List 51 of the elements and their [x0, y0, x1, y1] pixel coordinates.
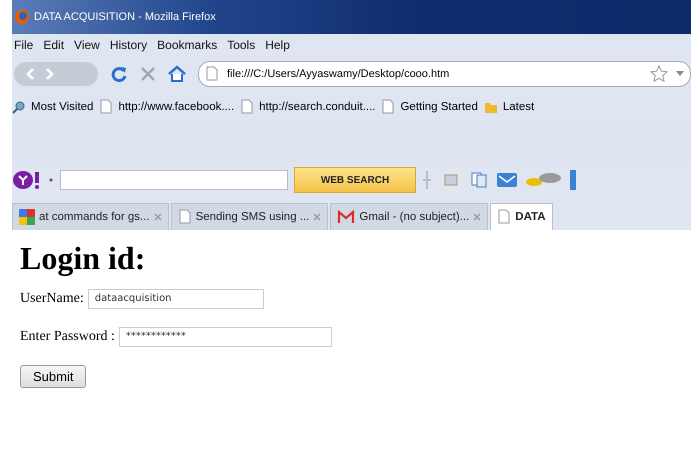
yahoo-logo-icon — [12, 170, 42, 190]
toolbar-round-icon[interactable] — [438, 167, 464, 193]
menu-item[interactable]: History — [110, 38, 148, 52]
firefox-logo-icon — [14, 9, 30, 25]
home-icon[interactable] — [168, 65, 186, 83]
close-icon[interactable] — [473, 213, 482, 221]
gmail-m-icon — [337, 210, 356, 224]
search-field[interactable] — [60, 170, 288, 190]
page-icon — [205, 66, 219, 82]
menu-item[interactable]: Help — [265, 38, 290, 52]
reload-icon[interactable] — [110, 65, 128, 83]
browser-tab[interactable]: Sending SMS using ... — [170, 203, 328, 230]
bookmark-item[interactable]: Most Visited — [12, 100, 94, 114]
username-field[interactable]: dataacquisition — [88, 289, 264, 309]
menu-item[interactable]: Bookmarks — [157, 38, 218, 52]
submit-button[interactable]: Submit — [20, 365, 86, 388]
bookmark-item[interactable]: http://www.facebook.... — [99, 99, 234, 115]
folder-icon — [484, 100, 498, 114]
bookmark-item[interactable]: Getting Started — [381, 99, 478, 115]
page-icon — [99, 99, 114, 115]
star-icon[interactable] — [650, 65, 668, 83]
mail-icon[interactable] — [496, 171, 518, 189]
bookmark-item[interactable]: Latest — [484, 100, 534, 114]
page-heading: Login id: — [20, 240, 146, 277]
address-bar[interactable]: file:///C:/Users/Ayyaswamy/Desktop/cooo.htm — [198, 61, 691, 87]
close-icon[interactable] — [154, 213, 162, 221]
menu-item[interactable]: Edit — [43, 38, 64, 52]
bookmark-item[interactable]: http://search.conduit.... — [240, 99, 376, 115]
menu-item[interactable]: File — [14, 38, 34, 52]
coins-icon[interactable] — [524, 171, 564, 189]
page-icon — [178, 209, 192, 225]
window-title: DATA ACQUISITION - Mozilla Firefox — [34, 11, 216, 23]
stop-icon[interactable] — [140, 66, 156, 82]
web-search-button[interactable]: WEB SEARCH — [294, 167, 416, 193]
field-label: Enter Password : — [20, 329, 115, 345]
plus-icon[interactable] — [422, 171, 432, 189]
magnifier-icon — [12, 100, 26, 114]
password-field[interactable]: ************ — [118, 327, 332, 347]
close-icon[interactable] — [313, 213, 322, 221]
page-icon — [381, 99, 396, 115]
toolbar-edge-icon[interactable] — [570, 170, 576, 190]
browser-tab[interactable]: DATA — [490, 203, 553, 230]
menu-item[interactable]: Tools — [227, 38, 256, 52]
browser-tab[interactable]: at commands for gs... — [12, 203, 169, 230]
field-label: UserName: — [20, 291, 84, 307]
menu-item[interactable]: View — [74, 38, 100, 52]
page-icon — [240, 99, 254, 115]
colored-squares-icon — [19, 209, 35, 225]
page-icon — [497, 209, 512, 225]
back-forward-buttons[interactable] — [14, 62, 98, 86]
browser-tab[interactable]: Gmail - (no subject)... — [330, 203, 488, 230]
